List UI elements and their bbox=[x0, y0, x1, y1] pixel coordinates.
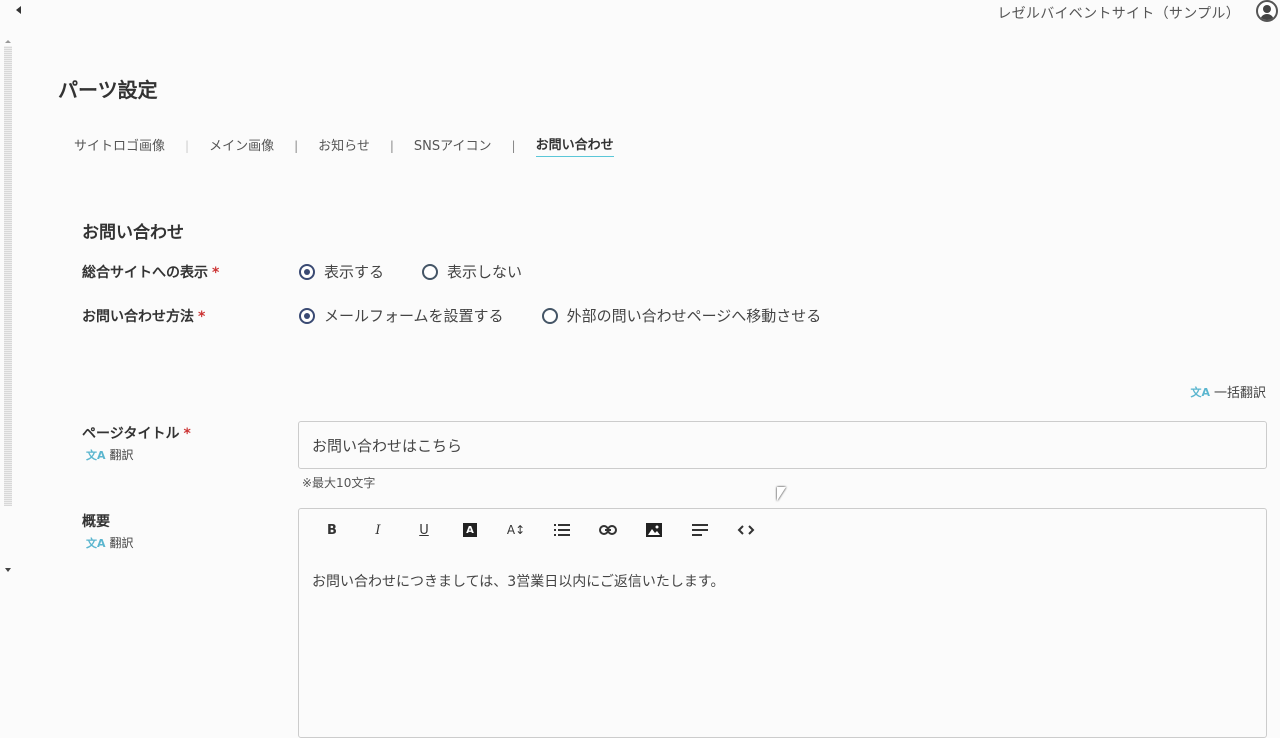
tab-main-image[interactable]: メイン画像 bbox=[209, 135, 274, 157]
text-color-icon: A bbox=[463, 523, 477, 537]
image-icon bbox=[646, 523, 662, 537]
link-button[interactable] bbox=[585, 519, 631, 541]
radio-checked-icon[interactable] bbox=[299, 307, 315, 324]
tab-separator: | bbox=[389, 138, 394, 153]
editor-toolbar: B I U A A↕ bbox=[309, 519, 769, 541]
link-icon bbox=[599, 525, 617, 535]
page-title: パーツ設定 bbox=[58, 78, 158, 102]
display-radio-group: 表示する 表示しない bbox=[299, 261, 560, 282]
align-left-icon bbox=[692, 524, 708, 536]
max-length-hint: ※最大10文字 bbox=[302, 476, 376, 490]
user-avatar-icon[interactable] bbox=[1256, 0, 1278, 22]
image-button[interactable] bbox=[631, 519, 677, 541]
tab-news[interactable]: お知らせ bbox=[318, 135, 370, 157]
code-icon bbox=[737, 525, 755, 535]
summary-translate-link[interactable]: 文A 翻訳 bbox=[86, 534, 134, 551]
editor-content[interactable]: お問い合わせにつきましては、3営業日以内にご返信いたします。 bbox=[312, 571, 725, 591]
display-label: 総合サイトへの表示 * bbox=[82, 265, 220, 281]
required-mark: * bbox=[198, 309, 206, 325]
scroll-up-icon bbox=[5, 40, 11, 43]
radio-display-hide[interactable]: 表示しない bbox=[422, 261, 522, 282]
method-label: お問い合わせ方法 * bbox=[82, 309, 206, 325]
font-size-icon: A↕ bbox=[506, 523, 526, 537]
summary-rich-text-editor[interactable]: B I U A A↕ お問い合わせにつきましては、3営業日以内にご返信いたします… bbox=[298, 508, 1267, 738]
bulk-translate-link[interactable]: 文A 一括翻訳 bbox=[1190, 382, 1266, 402]
page-title-label: ページタイトル * bbox=[82, 426, 191, 442]
radio-checked-icon[interactable] bbox=[299, 263, 315, 280]
scroll-down-icon[interactable] bbox=[5, 568, 11, 572]
section-title: お問い合わせ bbox=[82, 223, 184, 243]
font-size-button[interactable]: A↕ bbox=[493, 519, 539, 541]
text-color-button[interactable]: A bbox=[447, 519, 493, 541]
underline-button[interactable]: U bbox=[401, 519, 447, 541]
radio-method-external[interactable]: 外部の問い合わせページへ移動させる bbox=[541, 305, 821, 326]
tab-separator: | bbox=[294, 138, 299, 153]
site-name: レゼルバイベントサイト（サンプル） bbox=[997, 6, 1240, 22]
tab-separator: | bbox=[185, 138, 190, 153]
align-button[interactable] bbox=[677, 519, 723, 541]
bullet-list-icon bbox=[554, 524, 570, 536]
tab-separator: | bbox=[511, 138, 516, 153]
translate-icon: 文A bbox=[86, 448, 106, 462]
code-view-button[interactable] bbox=[723, 519, 769, 541]
bullet-list-button[interactable] bbox=[539, 519, 585, 541]
page-title-input[interactable] bbox=[298, 421, 1267, 469]
radio-unchecked-icon[interactable] bbox=[422, 263, 439, 280]
required-mark: * bbox=[183, 426, 191, 442]
summary-label: 概要 bbox=[82, 514, 110, 530]
parts-tabs: サイトロゴ画像 | メイン画像 | お知らせ | SNSアイコン | お問い合わ… bbox=[74, 134, 614, 157]
tab-site-logo[interactable]: サイトロゴ画像 bbox=[74, 135, 165, 157]
tab-contact[interactable]: お問い合わせ bbox=[535, 134, 614, 157]
tab-sns-icon[interactable]: SNSアイコン bbox=[414, 135, 492, 157]
collapse-sidebar-icon[interactable] bbox=[16, 6, 21, 14]
translate-icon: 文A bbox=[86, 536, 106, 550]
radio-method-mailform[interactable]: メールフォームを設置する bbox=[299, 305, 504, 326]
page-title-translate-link[interactable]: 文A 翻訳 bbox=[86, 446, 134, 463]
mouse-cursor-icon bbox=[777, 487, 786, 501]
sidebar-scrollbar[interactable] bbox=[4, 46, 12, 506]
italic-button[interactable]: I bbox=[355, 519, 401, 541]
required-mark: * bbox=[212, 265, 220, 281]
radio-display-show[interactable]: 表示する bbox=[299, 261, 384, 282]
bold-button[interactable]: B bbox=[309, 519, 355, 541]
method-radio-group: メールフォームを設置する 外部の問い合わせページへ移動させる bbox=[299, 305, 859, 326]
sidebar-strip bbox=[0, 0, 14, 720]
translate-icon: 文A bbox=[1190, 385, 1210, 399]
radio-unchecked-icon[interactable] bbox=[541, 307, 558, 324]
